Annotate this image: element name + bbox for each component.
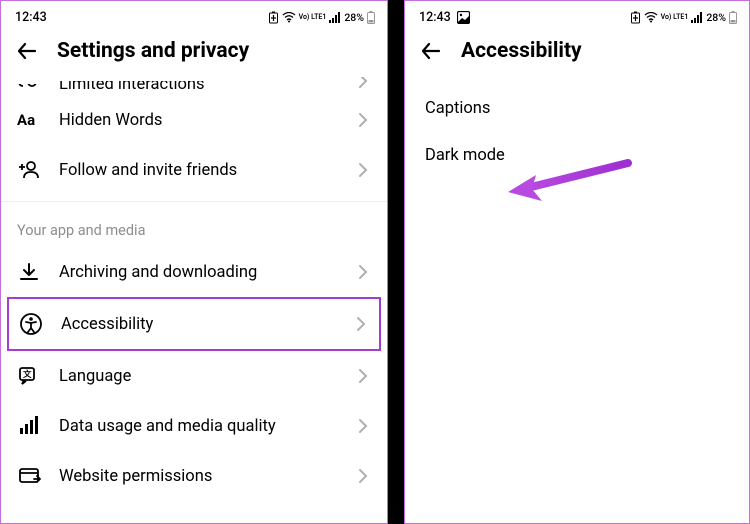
battery-saver-icon [268, 11, 279, 24]
settings-label: Archiving and downloading [59, 263, 337, 282]
accessibility-list: Captions Dark mode [405, 77, 749, 187]
settings-item-hidden-words[interactable]: Aa Hidden Words [1, 95, 387, 145]
chevron-icon [355, 368, 371, 384]
item-label: Captions [425, 99, 490, 118]
data-usage-icon [17, 414, 41, 438]
settings-item-language[interactable]: 文 Language [1, 351, 387, 401]
chevron-icon [355, 418, 371, 434]
settings-item-data-usage[interactable]: Data usage and media quality [1, 401, 387, 451]
accessibility-item-dark-mode[interactable]: Dark mode [405, 132, 749, 179]
chevron-icon [353, 316, 369, 332]
language-icon: 文 [17, 364, 41, 388]
settings-item-follow-invite[interactable]: Follow and invite friends [1, 145, 387, 195]
settings-label: Data usage and media quality [59, 417, 337, 436]
page-title: Settings and privacy [57, 39, 249, 63]
settings-item-archiving[interactable]: Archiving and downloading [1, 247, 387, 297]
chevron-icon [355, 77, 371, 89]
phone-right: 12:43 Vo) LTE1 28% Accessibility Caption… [404, 0, 750, 524]
settings-label: Follow and invite friends [59, 161, 337, 180]
section-label: Your app and media [1, 202, 387, 247]
accessibility-icon [19, 312, 43, 336]
wifi-icon [282, 12, 296, 23]
status-bar: 12:43 Vo) LTE1 28% [1, 1, 387, 29]
battery-pct: 28% [706, 11, 726, 24]
lte-label: Vo) LTE1 [661, 14, 689, 21]
status-bar: 12:43 Vo) LTE1 28% [405, 1, 749, 29]
svg-text:Aa: Aa [17, 111, 35, 129]
settings-label: Language [59, 367, 337, 386]
settings-item-website-permissions[interactable]: Website permissions [1, 451, 387, 501]
item-label: Dark mode [425, 146, 505, 165]
cutoff-label: Limited interactions [59, 81, 337, 89]
signal-icon [329, 12, 341, 23]
settings-label: Accessibility [61, 315, 335, 334]
battery-icon [729, 11, 737, 24]
settings-item-accessibility[interactable]: Accessibility [7, 297, 381, 351]
chevron-icon [355, 162, 371, 178]
follow-invite-icon [17, 158, 41, 182]
back-icon[interactable] [15, 39, 39, 63]
status-time: 12:43 [15, 10, 47, 25]
header-right: Accessibility [405, 29, 749, 77]
signal-icon [691, 12, 703, 23]
chevron-icon [355, 112, 371, 128]
settings-item-cutoff[interactable]: Limited interactions [1, 77, 387, 95]
battery-icon [367, 11, 375, 24]
settings-label: Website permissions [59, 467, 337, 486]
battery-saver-icon [630, 11, 641, 24]
hidden-words-icon: Aa [17, 108, 41, 132]
divider [388, 0, 404, 524]
settings-label: Hidden Words [59, 111, 337, 130]
status-icons: Vo) LTE1 28% [268, 11, 375, 24]
svg-text:文: 文 [23, 369, 32, 380]
archiving-icon [17, 260, 41, 284]
accessibility-item-captions[interactable]: Captions [405, 85, 749, 132]
page-title: Accessibility [461, 39, 582, 63]
phone-left: 12:43 Vo) LTE1 28% Settings and privacy … [0, 0, 388, 524]
back-icon[interactable] [419, 39, 443, 63]
wifi-icon [644, 12, 658, 23]
limited-icon [17, 79, 41, 89]
chevron-icon [355, 264, 371, 280]
website-permissions-icon [17, 464, 41, 488]
lte-label: Vo) LTE1 [299, 14, 327, 21]
status-time: 12:43 [419, 10, 451, 25]
header-left: Settings and privacy [1, 29, 387, 77]
picture-icon [457, 11, 470, 24]
status-icons: Vo) LTE1 28% [630, 11, 737, 24]
chevron-icon [355, 468, 371, 484]
battery-pct: 28% [344, 11, 364, 24]
